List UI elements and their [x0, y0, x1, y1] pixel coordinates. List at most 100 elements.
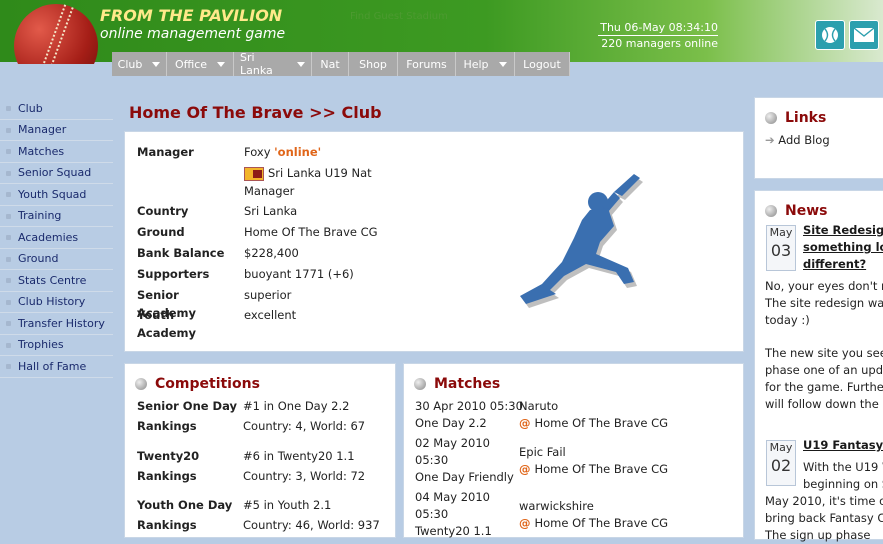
news-text: The new site you see: [765, 346, 883, 360]
matches-title: Matches: [434, 376, 501, 392]
nav-nat[interactable]: Nat: [312, 52, 349, 76]
arrow-right-icon: ➔: [765, 133, 775, 147]
news-text: bring back Fantasy Cr: [765, 511, 883, 525]
sidebar-item-trophies[interactable]: Trophies: [0, 335, 113, 356]
country-value: Sri Lanka: [244, 204, 298, 218]
supporters-label: Supporters: [137, 267, 210, 281]
sidebar-item-club-history[interactable]: Club History: [0, 292, 113, 313]
cricket-ball-logo: [14, 4, 98, 64]
brand-subtitle: online management game: [100, 26, 286, 42]
news-text: No, your eyes don't ne: [765, 279, 883, 293]
sidebar-item-manager[interactable]: Manager: [0, 120, 113, 141]
match-time: 05:30: [415, 453, 449, 467]
chevron-down-icon: [297, 61, 305, 67]
nat-role-2: Manager: [244, 184, 295, 198]
match-time: 05:30: [415, 507, 449, 521]
cricket-ball-icon[interactable]: [815, 20, 845, 50]
server-datetime: Thu 06-May 08:34:10: [598, 21, 718, 36]
match-venue: @ Home Of The Brave CG: [519, 516, 669, 530]
cricket-ball-bullet-icon: [135, 378, 147, 390]
comp-label: Rankings: [137, 469, 197, 483]
match-opponent[interactable]: Epic Fail: [519, 445, 566, 459]
news-day: 03: [770, 241, 792, 260]
find-guest-stadium-link[interactable]: Find Guest Stadium: [350, 11, 448, 22]
match-date: 04 May 2010: [415, 490, 490, 504]
news-text: today :): [765, 313, 810, 327]
matches-header: Matches: [414, 376, 500, 392]
competitions-title: Competitions: [155, 376, 260, 392]
youth-academy-value: excellent: [244, 308, 297, 322]
sidebar-item-club[interactable]: Club: [0, 98, 113, 120]
brand-title: FROM THE PAVILION: [100, 6, 283, 25]
country-label: Country: [137, 204, 189, 218]
nav-office[interactable]: Office: [167, 52, 234, 76]
sidebar-item-academies[interactable]: Academies: [0, 227, 113, 249]
news-text: The sign up phase: [765, 528, 871, 542]
sidebar-item-ground[interactable]: Ground: [0, 249, 113, 270]
cricket-ball-bullet-icon: [414, 378, 426, 390]
manager-name[interactable]: Foxy: [244, 145, 271, 159]
comp-label: Rankings: [137, 518, 197, 532]
chevron-down-icon: [498, 61, 507, 67]
comp-label: Senior One Day: [137, 399, 238, 413]
ground-label: Ground: [137, 225, 185, 239]
news-text: The site redesign was: [765, 296, 883, 310]
sidebar-item-stats-centre[interactable]: Stats Centre: [0, 270, 113, 292]
news-title: News: [785, 203, 828, 219]
nav-help[interactable]: Help: [456, 52, 515, 76]
match-type: One Day 2.2: [415, 416, 487, 430]
manager-label: Manager: [137, 145, 194, 159]
sidebar-item-matches[interactable]: Matches: [0, 141, 113, 163]
comp-value: Country: 3, World: 72: [243, 469, 366, 483]
nav-shop[interactable]: Shop: [349, 52, 398, 76]
club-info-panel: Manager Foxy 'online' Sri Lanka U19 Nat …: [124, 131, 744, 352]
comp-value: Country: 46, World: 937: [243, 518, 380, 532]
news-day: 02: [770, 456, 792, 475]
news-headline[interactable]: something loo: [803, 239, 883, 256]
comp-value[interactable]: #6 in Twenty20 1.1: [243, 449, 355, 463]
nav-club[interactable]: Club: [112, 52, 167, 76]
sidebar-item-training[interactable]: Training: [0, 206, 113, 227]
news-text: May 2010, it's time on: [765, 494, 883, 508]
nav-sri-lanka[interactable]: Sri Lanka: [234, 51, 312, 77]
match-venue: @ Home Of The Brave CG: [519, 416, 669, 430]
news-panel: News May 03 Site Redesign something loo d…: [754, 190, 883, 542]
matches-panel: Matches 30 Apr 2010 05:30 Naruto One Day…: [403, 363, 744, 538]
news-text: phase one of an upda: [765, 363, 883, 377]
news-headline[interactable]: Site Redesign: [803, 222, 883, 239]
cricket-ball-bullet-icon: [765, 205, 777, 217]
sidebar-item-youth-squad[interactable]: Youth Squad: [0, 184, 113, 206]
sidebar-item-senior-squad[interactable]: Senior Squad: [0, 163, 113, 184]
at-icon: @: [519, 462, 531, 476]
at-icon: @: [519, 416, 531, 430]
mail-icon[interactable]: [849, 20, 879, 50]
sri-lanka-flag-icon: [244, 166, 264, 181]
nat-role: Sri Lanka U19 Nat: [268, 166, 372, 180]
news-headline[interactable]: different?: [803, 256, 866, 273]
news-date: May 03: [766, 225, 796, 271]
comp-label: Twenty20: [137, 449, 200, 463]
match-opponent[interactable]: warwickshire: [519, 499, 594, 513]
ground-value[interactable]: Home Of The Brave CG: [244, 223, 444, 241]
news-month: May: [769, 441, 793, 454]
comp-value: Country: 4, World: 67: [243, 419, 366, 433]
comp-label: Youth One Day: [137, 498, 233, 512]
main-nav: Club Office Sri Lanka Nat Shop Forums He…: [112, 51, 570, 77]
match-opponent[interactable]: Naruto: [519, 399, 558, 413]
sidebar-item-transfer-history[interactable]: Transfer History: [0, 313, 113, 335]
batsman-silhouette-icon: [520, 174, 643, 308]
links-header: Links: [765, 110, 826, 126]
add-blog-link[interactable]: ➔ Add Blog: [765, 133, 830, 147]
nav-forums[interactable]: Forums: [398, 52, 456, 76]
sidebar: Club Manager Matches Senior Squad Youth …: [0, 98, 113, 378]
comp-value[interactable]: #1 in One Day 2.2: [243, 399, 349, 413]
chevron-down-icon: [217, 61, 226, 67]
links-title: Links: [785, 110, 827, 126]
nav-logout[interactable]: Logout: [515, 52, 570, 76]
news-headline[interactable]: U19 Fantasy W: [803, 437, 883, 454]
comp-label: Rankings: [137, 419, 197, 433]
comp-value[interactable]: #5 in Youth 2.1: [243, 498, 331, 512]
page-title: Home Of The Brave >> Club: [129, 103, 382, 122]
sidebar-item-hall-of-fame[interactable]: Hall of Fame: [0, 356, 113, 378]
news-month: May: [769, 226, 793, 239]
